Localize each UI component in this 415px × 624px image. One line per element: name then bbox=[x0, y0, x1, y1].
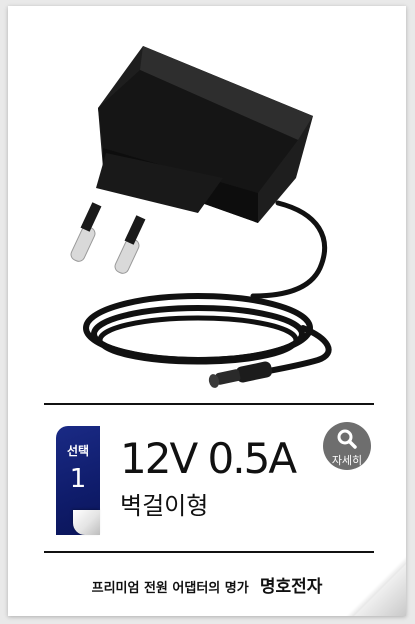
product-subtitle: 벽걸이형 bbox=[120, 492, 209, 520]
bottom-divider bbox=[44, 551, 374, 553]
magnifier-icon bbox=[337, 429, 357, 449]
power-adapter-image bbox=[70, 46, 332, 388]
top-divider bbox=[44, 403, 374, 405]
detail-button[interactable]: 자세히 bbox=[323, 422, 371, 470]
selection-number: 1 bbox=[69, 464, 87, 494]
selection-badge: 선택 1 bbox=[56, 426, 100, 535]
product-title: 12V 0.5A bbox=[120, 434, 297, 483]
badge-fold-corner bbox=[73, 510, 100, 535]
product-card-content: 선택 1 12V 0.5A 벽걸이형 자세히 프리미엄 전원 어댑터의 명가 명… bbox=[8, 6, 406, 616]
detail-button-label: 자세히 bbox=[331, 454, 363, 467]
footer-brand: 명호전자 bbox=[259, 577, 323, 597]
selection-label: 선택 bbox=[66, 444, 90, 458]
product-card: 선택 1 12V 0.5A 벽걸이형 자세히 프리미엄 전원 어댑터의 명가 명… bbox=[8, 6, 406, 616]
footer-tagline: 프리미엄 전원 어댑터의 명가 bbox=[91, 581, 249, 596]
